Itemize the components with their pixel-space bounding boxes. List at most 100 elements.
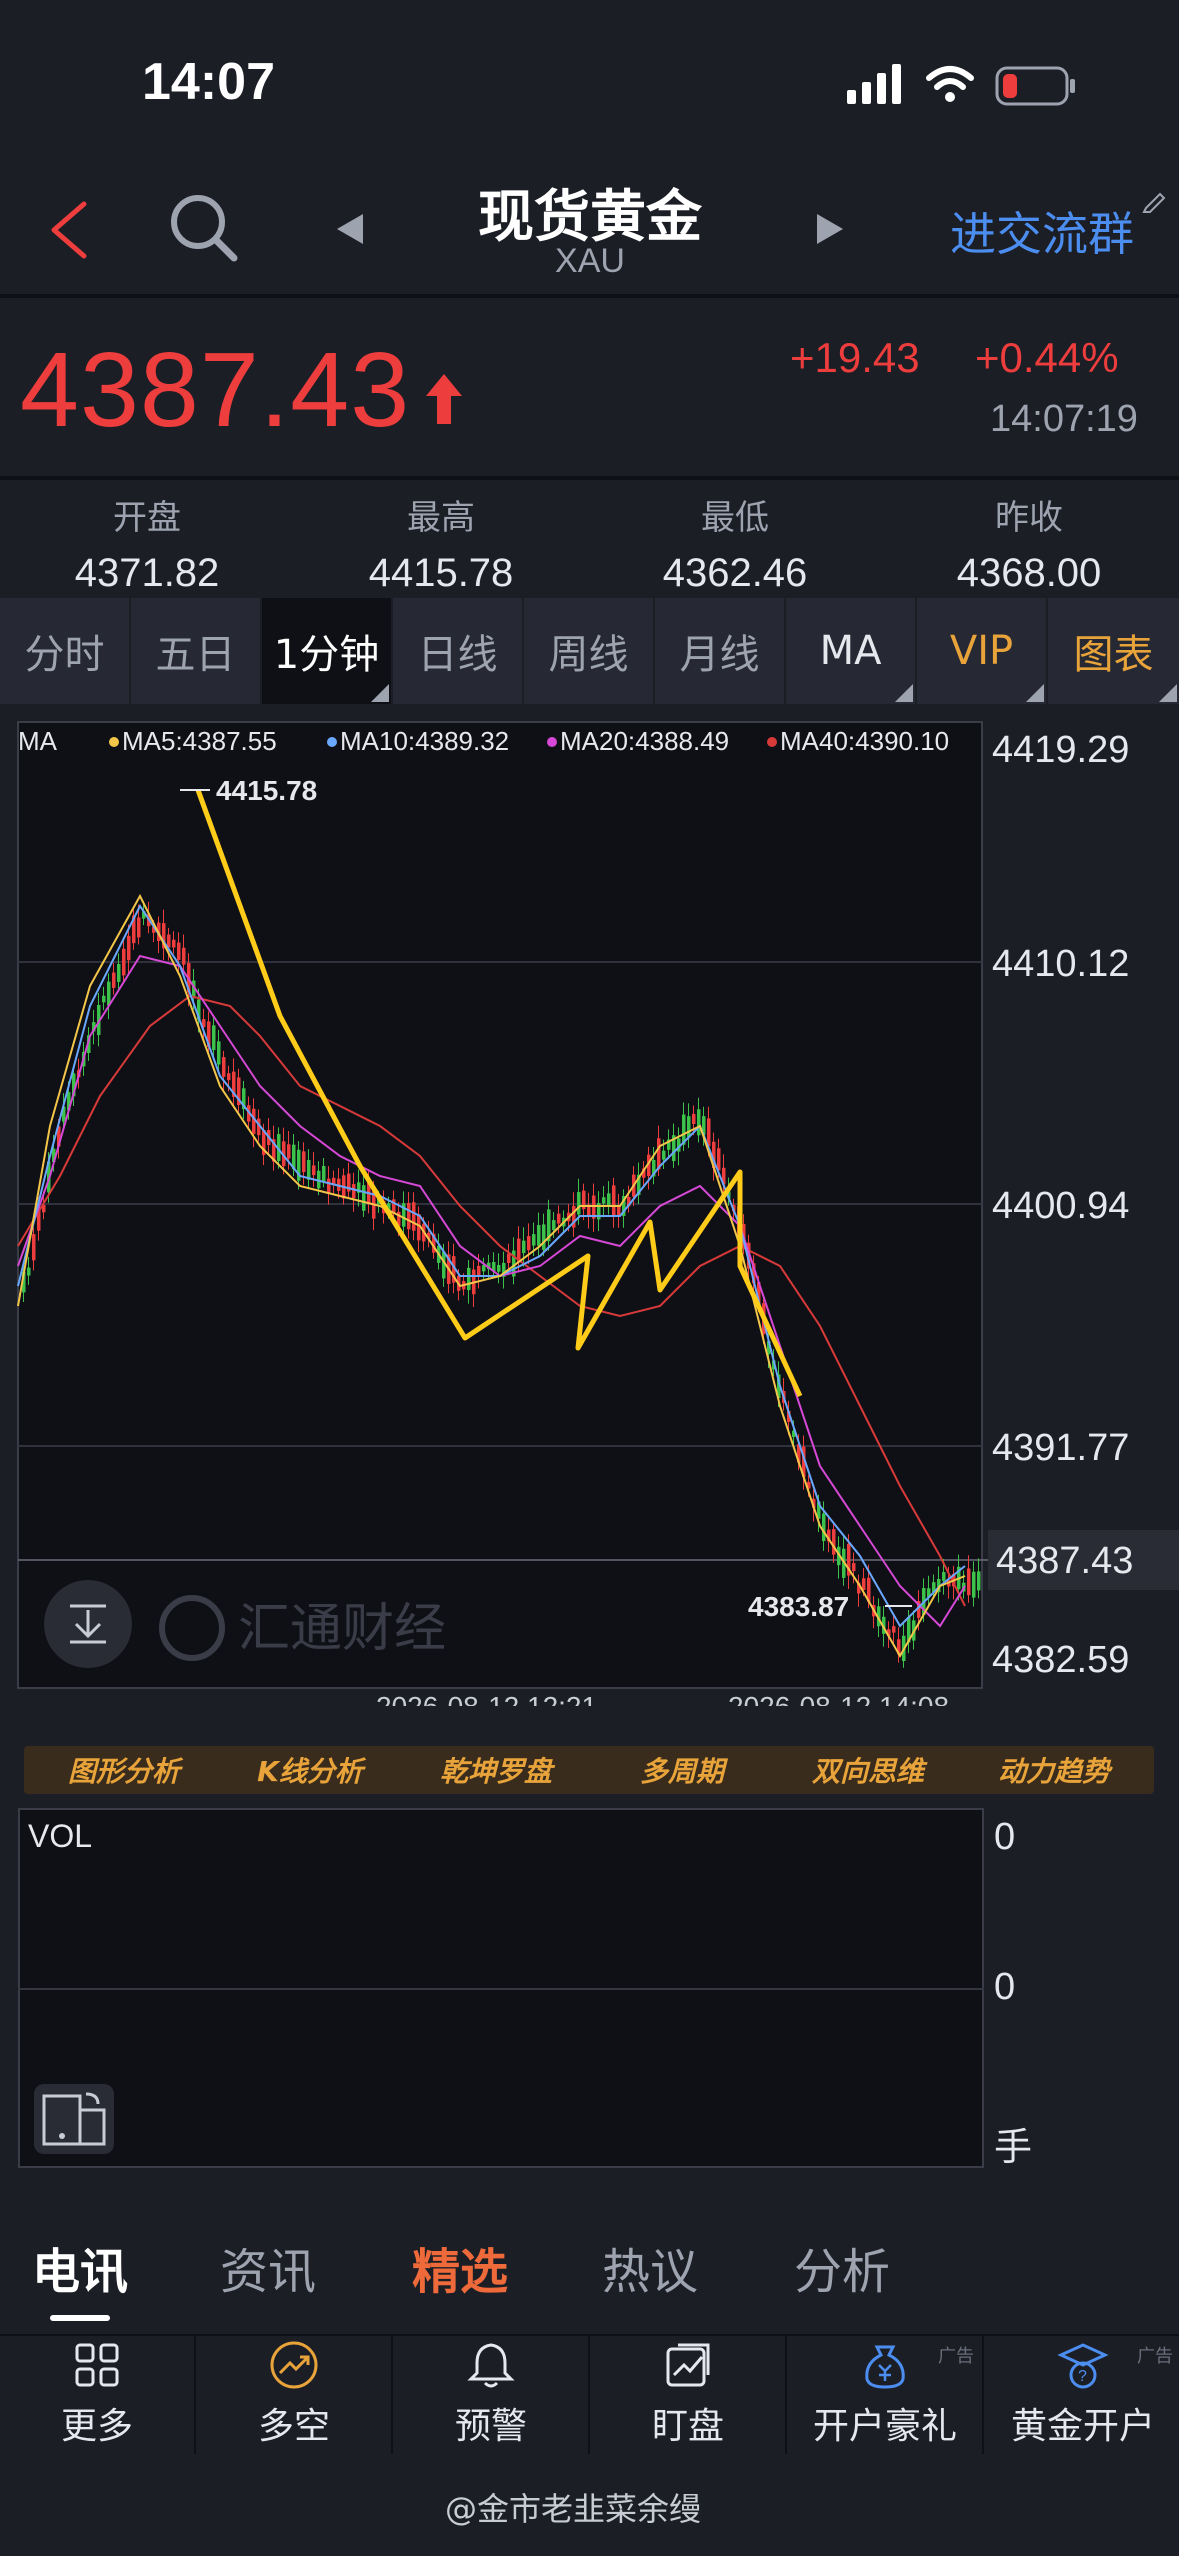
- indicator-compass[interactable]: 乾坤罗盘: [396, 1746, 596, 1794]
- stat-prev-close: 昨收 4368.00: [882, 490, 1176, 596]
- toolbar-more[interactable]: 更多: [0, 2334, 196, 2454]
- search-icon[interactable]: [166, 190, 240, 264]
- prev-arrow-icon[interactable]: [335, 212, 365, 246]
- rotate-screen-button[interactable]: [34, 2084, 114, 2154]
- stat-value: 4362.46: [662, 551, 808, 595]
- ma10-legend: MA10:4389.32: [340, 726, 509, 756]
- candle-body: [222, 1057, 226, 1077]
- high-label: 4415.78: [216, 775, 317, 806]
- divider: [0, 476, 1179, 480]
- news-tab-analysis[interactable]: 分析: [794, 2232, 890, 2302]
- candle-body: [612, 1185, 616, 1216]
- candle-body: [407, 1202, 411, 1230]
- help-icon: ?: [1057, 2343, 1109, 2389]
- trend-icon: [270, 2341, 318, 2389]
- ma5-dot: [109, 737, 119, 747]
- news-tab-telegraph[interactable]: 电讯: [32, 2232, 128, 2302]
- candle-body: [892, 1626, 896, 1633]
- grid-icon: [75, 2343, 119, 2387]
- dropdown-corner-icon: [1026, 684, 1044, 702]
- candle-body: [117, 964, 121, 982]
- wifi-icon: [926, 66, 974, 102]
- candle-body: [972, 1571, 976, 1598]
- low-label: 4383.87: [748, 1591, 849, 1622]
- join-group-link[interactable]: 进交流群: [950, 198, 1134, 264]
- indicator-kline-analysis[interactable]: K线分析: [210, 1746, 410, 1794]
- candle-body: [522, 1240, 526, 1254]
- ma40-dot: [767, 737, 777, 747]
- candle-body: [602, 1197, 606, 1204]
- y-tick: 4400.94: [992, 1185, 1129, 1227]
- tab-intraday[interactable]: 分时: [0, 598, 131, 704]
- candle-body: [322, 1165, 326, 1181]
- kline-chart[interactable]: MA MA5:4387.55 MA10:4389.32 MA20:4388.49…: [0, 706, 1179, 1706]
- volume-label: VOL: [28, 1818, 93, 1854]
- tab-weekly[interactable]: 周线: [524, 598, 655, 704]
- candle-body: [102, 995, 106, 1003]
- toolbar-long-short[interactable]: 多空: [197, 2334, 393, 2454]
- toolbar-account-gift[interactable]: 开户豪礼 广告: [788, 2334, 984, 2454]
- tab-daily[interactable]: 日线: [393, 598, 524, 704]
- volume-axis-top: 0: [994, 1816, 1016, 1858]
- tab-charts[interactable]: 图表: [1048, 598, 1179, 704]
- candle-body: [687, 1116, 691, 1138]
- toolbar-alert[interactable]: 预警: [394, 2334, 590, 2454]
- candle-body: [362, 1185, 366, 1211]
- candle-body: [852, 1563, 856, 1572]
- candle-body: [327, 1178, 331, 1194]
- candle-body: [227, 1073, 231, 1081]
- tab-five-day[interactable]: 五日: [131, 598, 262, 704]
- news-tab-info[interactable]: 资讯: [220, 2232, 316, 2302]
- ma5-legend: MA5:4387.55: [122, 726, 277, 756]
- candle-body: [172, 939, 176, 948]
- indicator-pattern-analysis[interactable]: 图形分析: [24, 1746, 224, 1794]
- toolbar-watch[interactable]: 盯盘: [591, 2334, 787, 2454]
- active-tab-indicator: [50, 2315, 110, 2321]
- tab-1min[interactable]: 1分钟: [262, 598, 393, 704]
- candle-body: [507, 1253, 511, 1263]
- toolbar-label: 开户豪礼: [812, 2406, 957, 2447]
- candle-body: [177, 942, 181, 960]
- candle-body: [32, 1234, 36, 1261]
- x-tick: 2026-08-12 14:08: [728, 1691, 949, 1706]
- toolbar-label: 多空: [257, 2406, 330, 2447]
- candle-body: [977, 1571, 981, 1591]
- yen-bag-icon: [865, 2345, 905, 2389]
- candle-body: [942, 1572, 946, 1581]
- stat-label: 最低: [701, 498, 769, 538]
- tab-label: MA: [819, 628, 882, 674]
- candle-body: [127, 935, 131, 961]
- ma-legend-label: MA: [18, 726, 58, 756]
- candle-body: [307, 1160, 311, 1180]
- ad-tag: 广告: [1137, 2346, 1173, 2367]
- stat-value: 4415.78: [368, 551, 514, 595]
- candle-body: [212, 1025, 216, 1051]
- news-tabs: [0, 2200, 1179, 2330]
- news-tab-featured[interactable]: 精选: [412, 2232, 508, 2302]
- candle-body: [532, 1234, 536, 1246]
- toolbar-gold-account[interactable]: ? 黄金开户 广告: [985, 2334, 1179, 2454]
- indicator-momentum[interactable]: 动力趋势: [954, 1746, 1154, 1794]
- candle-body: [467, 1267, 471, 1291]
- candle-body: [287, 1144, 291, 1159]
- candle-body: [107, 981, 111, 1006]
- candle-body: [252, 1108, 256, 1135]
- back-icon[interactable]: [46, 200, 90, 260]
- news-tab-discussion[interactable]: 热议: [602, 2232, 698, 2302]
- period-tabs: 分时 五日 1分钟 日线 周线 月线 MA VIP 图表: [0, 598, 1179, 704]
- tab-monthly[interactable]: 月线: [655, 598, 786, 704]
- next-arrow-icon[interactable]: [815, 212, 845, 246]
- ma40-legend: MA40:4390.10: [780, 726, 949, 756]
- divider: [0, 294, 1179, 298]
- indicator-multi-period[interactable]: 多周期: [582, 1746, 782, 1794]
- indicator-bar: 图形分析 K线分析 乾坤罗盘 多周期 双向思维 动力趋势: [0, 1746, 1179, 1806]
- candle-body: [122, 948, 126, 976]
- toolbar-label: 盯盘: [651, 2406, 724, 2447]
- candle-body: [542, 1224, 546, 1250]
- tab-vip[interactable]: VIP: [917, 598, 1048, 704]
- tab-ma[interactable]: MA: [786, 598, 917, 704]
- indicator-two-way[interactable]: 双向思维: [768, 1746, 968, 1794]
- pencil-icon[interactable]: [1140, 184, 1170, 214]
- ma20-legend: MA20:4388.49: [560, 726, 729, 756]
- candle-body: [137, 917, 141, 938]
